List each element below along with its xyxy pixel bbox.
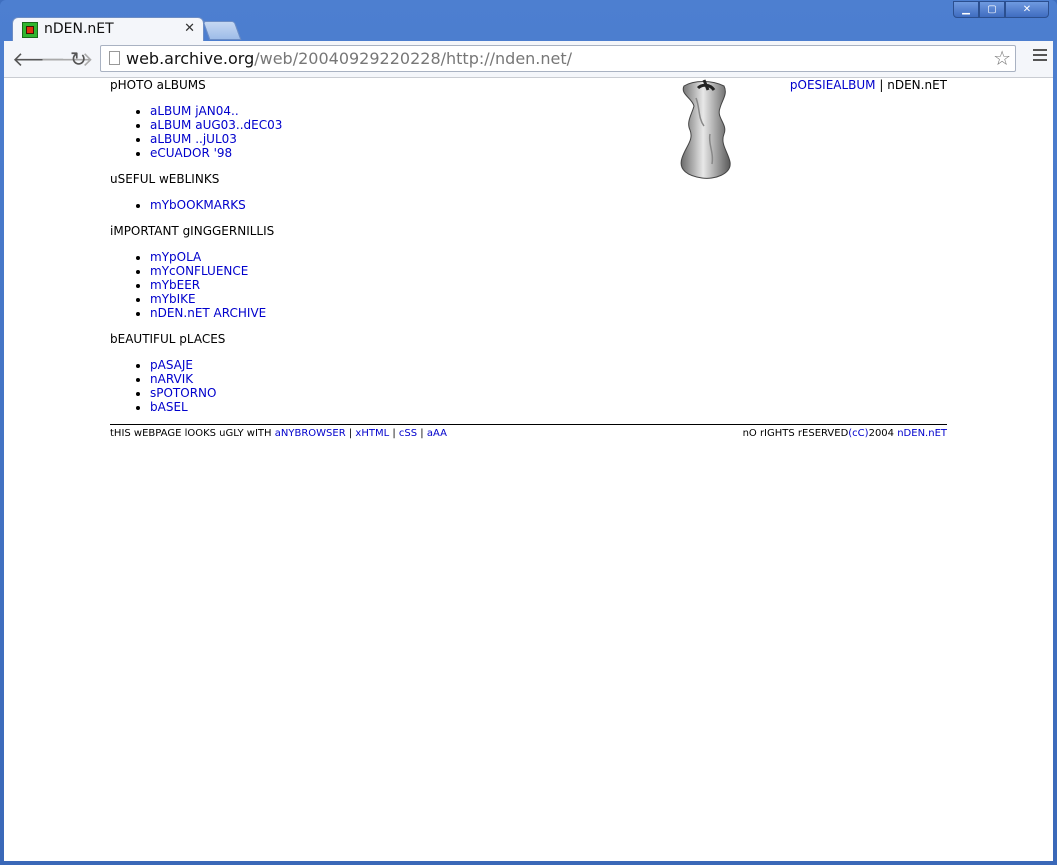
ecuador-98-link[interactable]: eCUADOR '98 [150, 146, 232, 160]
footer-right: nO rIGHTS rESERVED(cC)2004 nDEN.nET [743, 428, 947, 439]
header-right: pOESIEALBUM | nDEN.nET [790, 78, 947, 92]
browser-toolbar: 🡐 🡒 ↻ web.archive.org/web/20040929220228… [4, 41, 1053, 78]
list-item: eCUADOR '98 [150, 146, 282, 160]
site-favicon-icon [22, 22, 38, 38]
section-title-beautiful-places: bEAUTIFUL pLACES [110, 332, 226, 346]
section-title-important: iMPORTANT gINGGERNILLIS [110, 224, 275, 238]
mybeer-link[interactable]: mYbEER [150, 278, 200, 292]
cc-link[interactable]: (cC) [848, 428, 868, 439]
nden-footer-link[interactable]: nDEN.nET [897, 428, 947, 439]
window-controls: ▁ ▢ ✕ [953, 1, 1049, 18]
footer-separator: | [392, 428, 396, 439]
bookmark-star-icon[interactable]: ☆ [993, 46, 1011, 70]
basel-link[interactable]: bASEL [150, 400, 188, 414]
year-text: 2004 [868, 428, 895, 439]
list-item: aLBUM ..jUL03 [150, 132, 282, 146]
list-item: nARVIK [150, 372, 216, 386]
list-item: mYpOLA [150, 250, 266, 264]
spotorno-link[interactable]: sPOTORNO [150, 386, 216, 400]
footer-left-text: tHIS wEBPAGE lOOKS uGLY wITH [110, 428, 272, 439]
minimize-button[interactable]: ▁ [953, 1, 979, 18]
list-item: mYbEER [150, 278, 266, 292]
myconfluence-link[interactable]: mYcONFLUENCE [150, 264, 248, 278]
poesie-album-link[interactable]: pOESIEALBUM [790, 78, 876, 92]
address-bar[interactable]: web.archive.org/web/20040929220228/http:… [100, 45, 1016, 72]
maximize-button[interactable]: ▢ [979, 1, 1005, 18]
page-icon [109, 51, 120, 65]
list-item: nDEN.nET ARCHIVE [150, 306, 266, 320]
list-item: pASAJE [150, 358, 216, 372]
list-item: mYcONFLUENCE [150, 264, 266, 278]
photo-albums-list: aLBUM jAN04.. aLBUM aUG03..dEC03 aLBUM .… [130, 104, 282, 160]
footer-divider [110, 424, 947, 425]
footer-separator: | [420, 428, 424, 439]
album-aug03-dec03-link[interactable]: aLBUM aUG03..dEC03 [150, 118, 282, 132]
site-name: nDEN.nET [887, 78, 947, 92]
album-jul03-link[interactable]: aLBUM ..jUL03 [150, 132, 237, 146]
anybrowser-link[interactable]: aNYBROWSER [275, 428, 346, 439]
footer-separator: | [348, 428, 353, 439]
list-item: bASEL [150, 400, 216, 414]
section-title-photo-albums: pHOTO aLBUMS [110, 78, 206, 92]
aaa-link[interactable]: aAA [427, 428, 447, 439]
tab-close-icon[interactable]: ✕ [184, 21, 195, 36]
list-item: sPOTORNO [150, 386, 216, 400]
list-item: mYbOOKMARKS [150, 198, 246, 212]
menu-icon[interactable] [1033, 49, 1047, 64]
album-jan04-link[interactable]: aLBUM jAN04.. [150, 104, 239, 118]
pasaje-link[interactable]: pASAJE [150, 358, 193, 372]
list-item: aLBUM aUG03..dEC03 [150, 118, 282, 132]
tab-title: nDEN.nET [44, 21, 114, 37]
new-tab-button[interactable] [202, 21, 242, 40]
browser-window: ▁ ▢ ✕ nDEN.nET ✕ 🡐 🡒 ↻ web.archive.org/w… [0, 0, 1057, 865]
weblinks-list: mYbOOKMARKS [130, 198, 246, 212]
list-item: aLBUM jAN04.. [150, 104, 282, 118]
reload-icon[interactable]: ↻ [70, 47, 87, 71]
list-item: mYbIKE [150, 292, 266, 306]
apple-core-image [680, 79, 731, 179]
mybookmarks-link[interactable]: mYbOOKMARKS [150, 198, 246, 212]
mybike-link[interactable]: mYbIKE [150, 292, 196, 306]
css-link[interactable]: cSS [399, 428, 417, 439]
close-window-button[interactable]: ✕ [1005, 1, 1049, 18]
url-path: /web/20040929220228/http://nden.net/ [254, 49, 573, 68]
narvik-link[interactable]: nARVIK [150, 372, 193, 386]
nden-archive-link[interactable]: nDEN.nET ARCHIVE [150, 306, 266, 320]
url-host: web.archive.org [126, 49, 255, 68]
footer-left: tHIS wEBPAGE lOOKS uGLY wITH aNYBROWSER … [110, 428, 447, 439]
important-list: mYpOLA mYcONFLUENCE mYbEER mYbIKE nDEN.n… [130, 250, 266, 320]
header-separator: | [879, 78, 884, 92]
url-text: web.archive.org/web/20040929220228/http:… [126, 49, 572, 68]
rights-text: nO rIGHTS rESERVED [742, 428, 849, 439]
section-title-useful-weblinks: uSEFUL wEBLINKS [110, 172, 220, 186]
places-list: pASAJE nARVIK sPOTORNO bASEL [130, 358, 216, 414]
mypola-link[interactable]: mYpOLA [150, 250, 201, 264]
xhtml-link[interactable]: xHTML [355, 428, 389, 439]
page-content: pOESIEALBUM | nDEN.nET pHOTO aLBUMS • aL… [4, 78, 1053, 861]
browser-tab[interactable]: nDEN.nET ✕ [12, 17, 204, 41]
